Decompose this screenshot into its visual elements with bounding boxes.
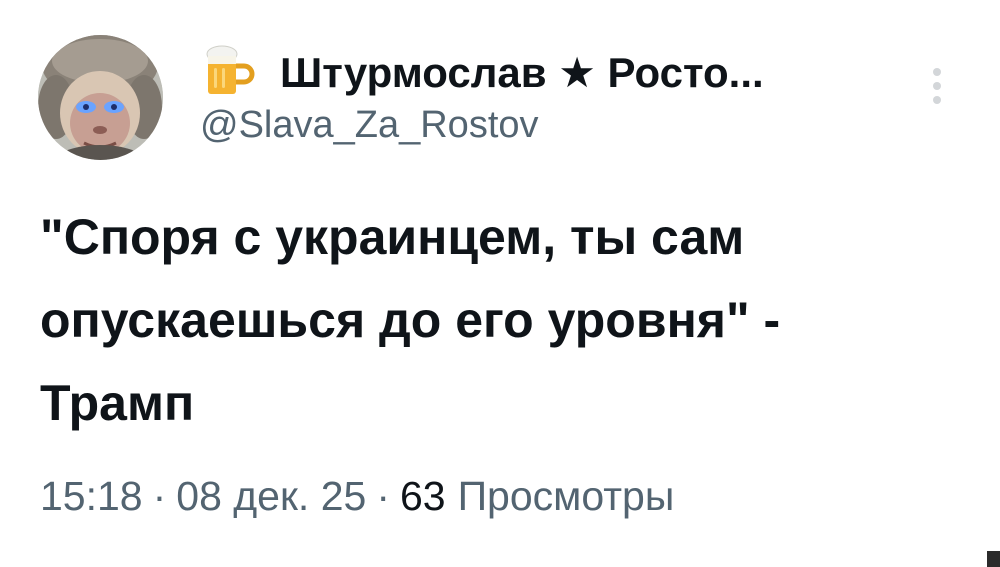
meta-separator: ·	[376, 472, 390, 519]
views-label: Просмотры	[457, 472, 675, 519]
author-name-row[interactable]: Штурмослав ★ Росто...	[200, 44, 764, 100]
avatar[interactable]	[38, 35, 163, 160]
views-count: 63	[399, 472, 446, 519]
tweet-meta: 15:18 · 08 дек. 25 · 63 Просмотры	[40, 466, 674, 526]
vertical-dots-icon[interactable]	[925, 62, 949, 110]
monkey-avatar-image	[38, 35, 163, 160]
display-name[interactable]: Штурмослав ★ Росто...	[280, 48, 764, 97]
user-handle[interactable]: @Slava_Za_Rostov	[200, 104, 539, 147]
tweet-date[interactable]: 08 дек. 25	[176, 473, 366, 520]
tweet-text: "Споря с украинцем, ты сам опускаешься д…	[40, 209, 781, 431]
beer-mug-icon	[200, 44, 258, 100]
tweet-time[interactable]: 15:18	[40, 473, 143, 520]
corner-artifact	[987, 551, 1000, 567]
meta-separator: ·	[152, 472, 167, 519]
